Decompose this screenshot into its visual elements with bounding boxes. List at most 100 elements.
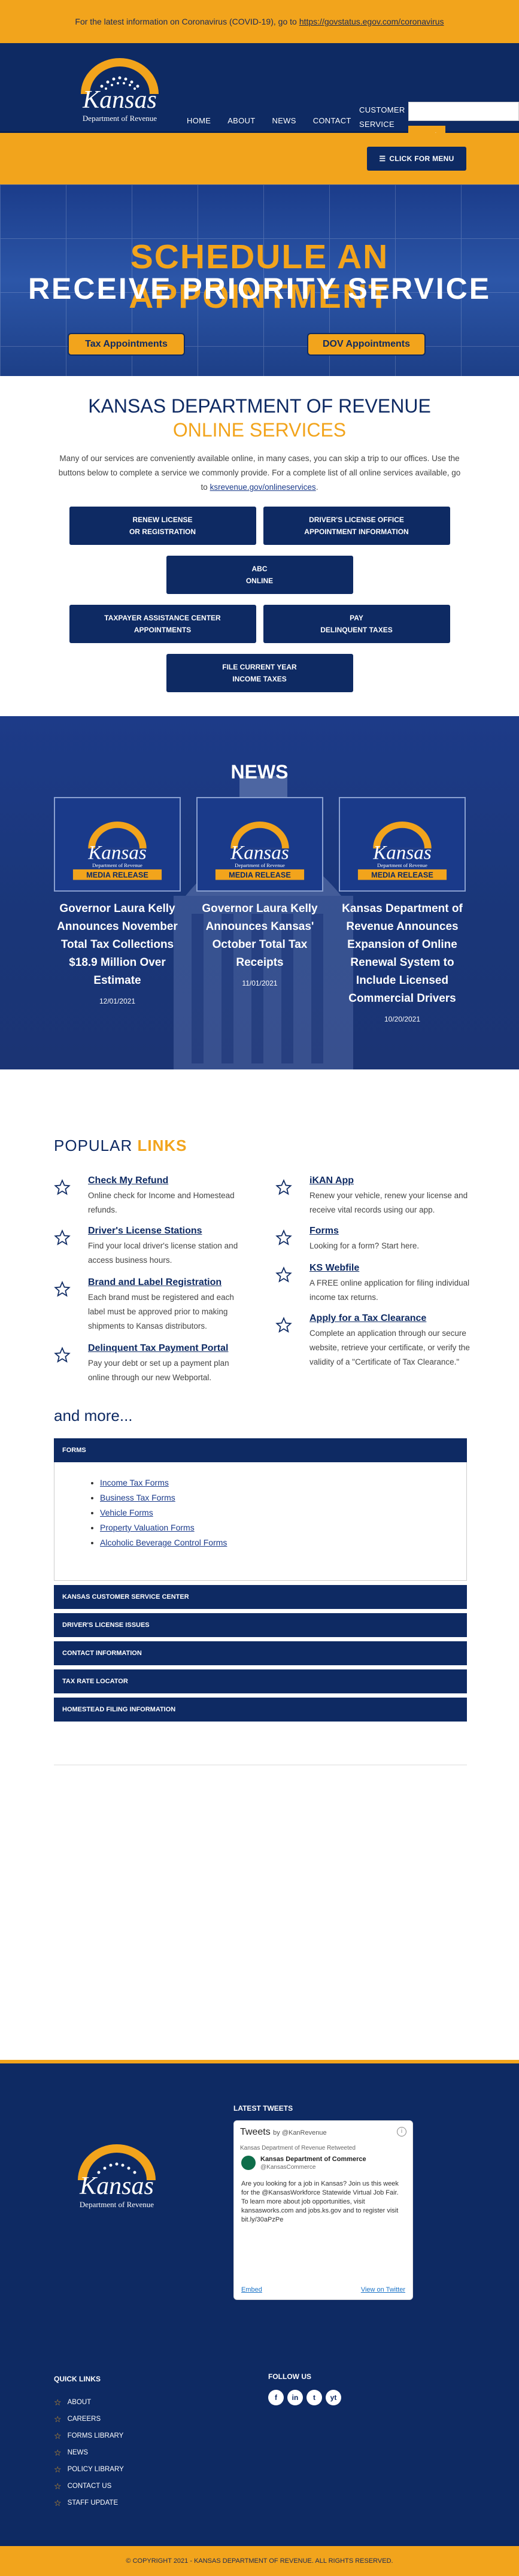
- star-icon: [275, 1229, 292, 1245]
- alert-link[interactable]: https://govstatus.egov.com/coronavirus: [299, 17, 444, 26]
- online-title-part-b: ONLINE SERVICES: [172, 419, 347, 441]
- file-income-taxes-button[interactable]: FILE CURRENT YEAR INCOME TAXES: [166, 654, 353, 692]
- link-description: Online check for Income and Homestead re…: [88, 1191, 235, 1214]
- ikan-app-link[interactable]: iKAN App: [309, 1175, 354, 1186]
- quick-link-about[interactable]: ☆ ABOUT: [54, 2394, 124, 2411]
- nav-about[interactable]: ABOUT: [227, 116, 255, 125]
- nav-home[interactable]: HOME: [187, 116, 211, 125]
- embed-link[interactable]: Embed: [241, 2286, 262, 2293]
- news-card[interactable]: Kansas Department of Revenue MEDIA RELEA…: [196, 797, 323, 987]
- youtube-icon[interactable]: yt: [326, 2390, 341, 2405]
- facebook-icon[interactable]: f: [268, 2390, 284, 2405]
- news-card[interactable]: Kansas Department of Revenue MEDIA RELEA…: [54, 797, 181, 1005]
- quick-link-staff-update[interactable]: ☆ STAFF UPDATE: [54, 2495, 124, 2511]
- news-card[interactable]: Kansas Department of Revenue MEDIA RELEA…: [339, 797, 466, 1023]
- income-tax-forms-link[interactable]: Income Tax Forms: [100, 1478, 169, 1487]
- star-icon: ☆: [54, 2430, 62, 2441]
- service-buttons: RENEW LICENSE OR REGISTRATION DRIVER'S L…: [69, 507, 450, 692]
- quick-link-forms-library[interactable]: ☆ FORMS LIBRARY: [54, 2427, 124, 2444]
- quick-link-news[interactable]: ☆ NEWS: [54, 2444, 124, 2461]
- star-icon: ☆: [54, 2447, 62, 2457]
- vehicle-forms-link[interactable]: Vehicle Forms: [100, 1508, 153, 1517]
- news-headline[interactable]: Governor Laura Kelly Announces Kansas' O…: [196, 900, 323, 972]
- quick-link-contact-us[interactable]: ☆ CONTACT US: [54, 2478, 124, 2495]
- ks-webfile-link[interactable]: KS Webfile: [309, 1263, 359, 1274]
- nav-contact[interactable]: CONTACT: [313, 116, 351, 125]
- star-icon: [275, 1317, 292, 1333]
- star-icon: [54, 1281, 71, 1297]
- hero-subheadline: RECEIVE PRIORITY SERVICE: [28, 272, 491, 305]
- quick-link-label: CONTACT US: [67, 2483, 112, 2490]
- accordion-forms[interactable]: FORMS: [54, 1438, 467, 1462]
- news-section: NEWS Kansas Department of Revenue MEDIA …: [0, 716, 519, 1069]
- star-icon: ☆: [54, 2481, 62, 2491]
- tweets-by-handle[interactable]: by @KanRevenue: [273, 2129, 326, 2136]
- tweet-author-name[interactable]: Kansas Department of Commerce: [260, 2156, 366, 2163]
- quick-link-label: POLICY LIBRARY: [67, 2466, 124, 2473]
- abc-online-button[interactable]: ABC ONLINE: [166, 556, 353, 594]
- quick-links-title: QUICK LINKS: [54, 2375, 101, 2383]
- search-input[interactable]: [408, 102, 519, 121]
- tweet-author-handle[interactable]: @KansasCommerce: [260, 2164, 315, 2171]
- site-header: Kansas Department of Revenue HOME ABOUT …: [0, 43, 519, 145]
- quick-link-label: NEWS: [67, 2449, 89, 2456]
- delinquent-tax-portal-link[interactable]: Delinquent Tax Payment Portal: [88, 1343, 228, 1354]
- news-card-logo-word: Kansas: [87, 841, 147, 863]
- retweeted-label: Kansas Department of Revenue Retweeted: [240, 2145, 356, 2151]
- kansas-logo[interactable]: Kansas Department of Revenue: [57, 49, 183, 127]
- latest-tweets-title: LATEST TWEETS: [233, 2104, 293, 2113]
- news-headline[interactable]: Kansas Department of Revenue Announces E…: [339, 900, 466, 1008]
- accordion-homestead-filing[interactable]: HOMESTEAD FILING INFORMATION: [54, 1698, 467, 1722]
- footer-kansas-logo[interactable]: Kansas Department of Revenue: [54, 2135, 180, 2213]
- popular-title-part-b: LINKS: [137, 1137, 187, 1154]
- logo-subtitle: Department of Revenue: [83, 114, 157, 123]
- accordion-customer-service-center[interactable]: KANSAS CUSTOMER SERVICE CENTER: [54, 1585, 467, 1609]
- menu-strip: ☰ CLICK FOR MENU: [0, 133, 519, 184]
- accordion-tax-rate-locator[interactable]: TAX RATE LOCATOR: [54, 1669, 467, 1693]
- pay-delinquent-taxes-button[interactable]: PAY DELINQUENT TAXES: [263, 605, 450, 643]
- news-date: 11/01/2021: [242, 979, 278, 987]
- drivers-license-stations-link[interactable]: Driver's License Stations: [88, 1226, 202, 1237]
- news-headline[interactable]: Governor Laura Kelly Announces November …: [54, 900, 181, 990]
- dov-appointments-button[interactable]: DOV Appointments: [307, 333, 426, 356]
- accordion-contact-information[interactable]: CONTACT INFORMATION: [54, 1641, 467, 1665]
- link-description: Each brand must be registered and each l…: [88, 1293, 234, 1331]
- news-date: 10/20/2021: [384, 1015, 421, 1023]
- quick-link-careers[interactable]: ☆ CAREERS: [54, 2411, 124, 2427]
- dl-office-appointment-button[interactable]: DRIVER'S LICENSE OFFICE APPOINTMENT INFO…: [263, 507, 450, 545]
- footer-logo-sub: Department of Revenue: [80, 2200, 154, 2209]
- taxpayer-assistance-button[interactable]: TAXPAYER ASSISTANCE CENTER APPOINTMENTS: [69, 605, 256, 643]
- star-icon: ☆: [54, 2397, 62, 2407]
- online-services-link[interactable]: ksrevenue.gov/onlineservices: [210, 483, 316, 492]
- star-icon: [54, 1229, 71, 1245]
- accordion-drivers-license-issues[interactable]: DRIVER'S LICENSE ISSUES: [54, 1613, 467, 1637]
- avatar[interactable]: [241, 2156, 256, 2170]
- property-valuation-forms-link[interactable]: Property Valuation Forms: [100, 1523, 195, 1532]
- quick-link-policy-library[interactable]: ☆ POLICY LIBRARY: [54, 2461, 124, 2478]
- twitter-icon[interactable]: t: [306, 2390, 322, 2405]
- star-icon: [275, 1266, 292, 1283]
- link-description: Looking for a form? Start here.: [309, 1241, 420, 1250]
- link-description: A FREE online application for filing ind…: [309, 1278, 470, 1302]
- tax-appointments-button[interactable]: Tax Appointments: [68, 333, 185, 356]
- quick-link-label: FORMS LIBRARY: [67, 2432, 124, 2439]
- nav-news[interactable]: NEWS: [272, 116, 296, 125]
- menu-button[interactable]: ☰ CLICK FOR MENU: [367, 147, 466, 171]
- media-release-image: Kansas Department of Revenue MEDIA RELEA…: [54, 797, 181, 892]
- brand-label-registration-link[interactable]: Brand and Label Registration: [88, 1277, 221, 1288]
- link-description: Renew your vehicle, renew your license a…: [309, 1191, 468, 1214]
- tweets-heading: Tweets: [240, 2127, 271, 2137]
- link-description: Find your local driver's license station…: [88, 1241, 238, 1265]
- list-item: Alcoholic Beverage Control Forms: [100, 1535, 466, 1550]
- instagram-icon[interactable]: in: [287, 2390, 303, 2405]
- info-icon[interactable]: i: [397, 2127, 406, 2136]
- check-my-refund-link[interactable]: Check My Refund: [88, 1175, 168, 1186]
- renew-license-button[interactable]: RENEW LICENSE OR REGISTRATION: [69, 507, 256, 545]
- forms-link[interactable]: Forms: [309, 1226, 339, 1237]
- tax-clearance-link[interactable]: Apply for a Tax Clearance: [309, 1313, 426, 1324]
- news-card-logo-sub: Department of Revenue: [235, 862, 285, 868]
- abc-forms-link[interactable]: Alcoholic Beverage Control Forms: [100, 1538, 227, 1547]
- business-tax-forms-link[interactable]: Business Tax Forms: [100, 1493, 175, 1502]
- view-on-twitter-link[interactable]: View on Twitter: [361, 2286, 405, 2293]
- news-card-logo-word: Kansas: [230, 841, 289, 863]
